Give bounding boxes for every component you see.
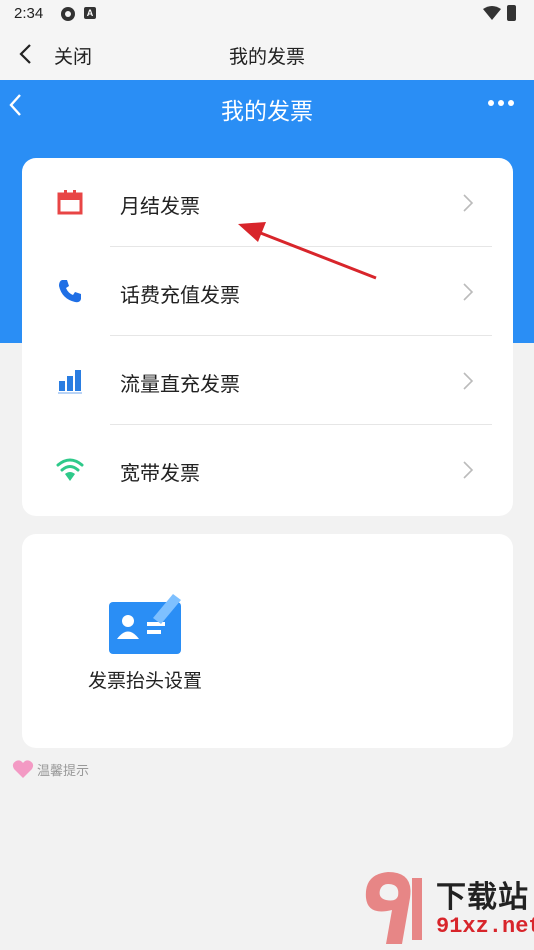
status-time: 2:34: [14, 5, 44, 22]
chevron-right-icon: [463, 194, 474, 212]
phone-icon: [59, 280, 81, 303]
annotation-arrow-icon: [238, 222, 377, 280]
invoice-title-settings-card[interactable]: 发票抬头设置: [22, 534, 513, 748]
menu-item-label: 流量直充发票: [120, 374, 240, 396]
wifi-signal-icon: [483, 6, 501, 20]
chevron-right-icon: [463, 372, 474, 390]
sync-icon: [61, 7, 75, 21]
page-title: 我的发票: [221, 98, 313, 124]
heart-icon: [12, 760, 34, 778]
webview-toolbar: 关闭 我的发票: [0, 28, 534, 80]
webview-title: 我的发票: [228, 47, 305, 68]
bar-chart-icon: [58, 370, 82, 394]
chevron-right-icon: [463, 461, 474, 479]
invoice-title-settings-label: 发票抬头设置: [88, 671, 203, 692]
menu-item-label: 月结发票: [120, 196, 200, 218]
menu-item-label: 话费充值发票: [120, 285, 240, 307]
status-bar: 2:34 A: [0, 0, 534, 28]
id-card-edit-icon: [109, 594, 181, 654]
menu-item-label: 宽带发票: [120, 463, 200, 485]
wifi-icon: [56, 458, 84, 481]
menu-item-broadband-invoice[interactable]: 宽带发票: [22, 425, 513, 514]
calendar-icon: [57, 190, 83, 215]
more-icon[interactable]: [488, 100, 514, 106]
app-notification-icon: A: [84, 7, 96, 19]
watermark-text: 下载站: [436, 881, 529, 914]
menu-item-data-invoice[interactable]: 流量直充发票: [22, 336, 513, 425]
logo-icon: [365, 872, 422, 944]
tip-label: 温馨提示: [37, 762, 90, 778]
tip-link[interactable]: 温馨提示: [12, 759, 89, 779]
watermark-logo: 下载站 91xz.net: [358, 866, 534, 950]
chevron-right-icon: [463, 283, 474, 301]
watermark-domain: 91xz.net: [436, 914, 534, 939]
battery-icon: [507, 5, 516, 21]
